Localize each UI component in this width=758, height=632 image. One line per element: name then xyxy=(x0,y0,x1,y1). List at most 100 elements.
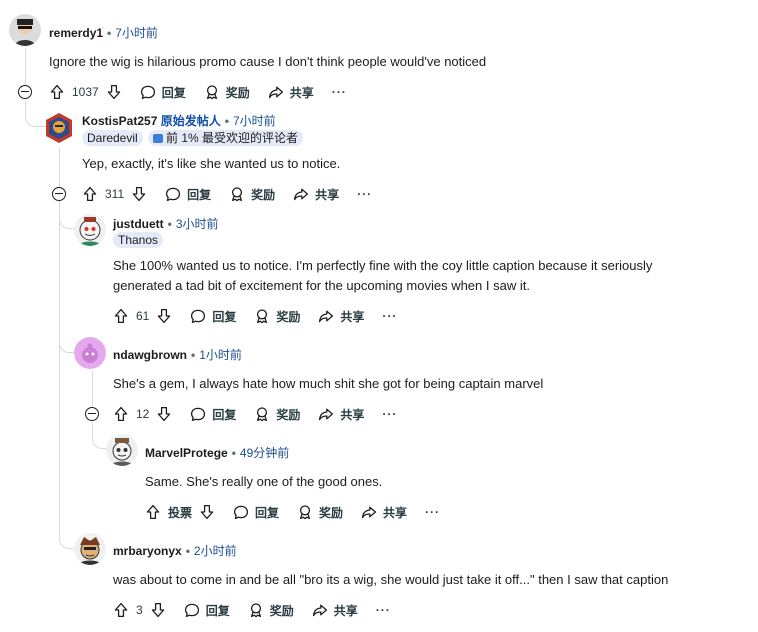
username[interactable]: justduett xyxy=(113,217,164,231)
reply-button[interactable]: 回复 xyxy=(190,308,236,325)
badge-label: 前 1% 最受欢迎的评论者 xyxy=(166,131,299,145)
avatar[interactable] xyxy=(43,112,75,144)
reply-icon xyxy=(233,504,249,520)
reply-button[interactable]: 回复 xyxy=(140,84,186,101)
avatar[interactable] xyxy=(74,214,106,246)
award-button[interactable]: 奖励 xyxy=(254,406,300,423)
more-options-button[interactable]: ··· xyxy=(357,187,372,201)
downvote-icon[interactable] xyxy=(150,602,166,618)
username[interactable]: remerdy1 xyxy=(49,26,103,40)
comment-body: was about to come in and be all "bro its… xyxy=(113,572,669,587)
more-icon: ··· xyxy=(375,603,391,617)
user-flair: Daredevil xyxy=(82,130,143,146)
username[interactable]: MarvelProtege xyxy=(145,446,228,460)
vote-group: 投票 xyxy=(145,504,215,521)
share-button[interactable]: 共享 xyxy=(312,602,358,619)
reply-label: 回复 xyxy=(255,505,280,520)
award-button[interactable]: 奖励 xyxy=(248,602,294,619)
vote-count: 1037 xyxy=(72,85,99,99)
downvote-icon[interactable] xyxy=(106,84,122,100)
award-button[interactable]: 奖励 xyxy=(204,84,250,101)
reply-label: 回复 xyxy=(212,309,237,324)
downvote-icon[interactable] xyxy=(131,186,147,202)
username[interactable]: ndawgbrown xyxy=(113,348,187,362)
avatar[interactable] xyxy=(106,434,138,466)
comment-actions: 1037 回复 奖励 共享 ··· xyxy=(49,80,365,104)
award-label: 奖励 xyxy=(269,603,294,618)
reply-button[interactable]: 回复 xyxy=(233,504,279,521)
award-label: 奖励 xyxy=(276,309,301,324)
share-icon xyxy=(312,602,328,618)
badge-icon xyxy=(153,134,163,143)
share-icon xyxy=(361,504,377,520)
thread-line xyxy=(92,370,93,406)
more-options-button[interactable]: ··· xyxy=(425,505,440,519)
comment-body: She 100% wanted us to notice. I'm perfec… xyxy=(113,256,652,296)
collapse-thread-button[interactable] xyxy=(85,407,99,421)
share-label: 共享 xyxy=(383,505,408,520)
vote-group: 1037 xyxy=(49,84,122,100)
separator: • xyxy=(191,348,196,362)
separator: • xyxy=(107,26,112,40)
timestamp[interactable]: 1小时前 xyxy=(199,348,242,362)
upvote-icon[interactable] xyxy=(113,406,129,422)
downvote-icon[interactable] xyxy=(156,308,172,324)
downvote-icon[interactable] xyxy=(156,406,172,422)
more-icon: ··· xyxy=(357,187,373,201)
timestamp[interactable]: 7小时前 xyxy=(115,26,158,40)
timestamp[interactable]: 49分钟前 xyxy=(240,446,289,460)
separator: • xyxy=(231,446,236,460)
more-options-button[interactable]: ··· xyxy=(332,85,347,99)
share-button[interactable]: 共享 xyxy=(318,406,364,423)
award-label: 奖励 xyxy=(319,505,344,520)
more-options-button[interactable]: ··· xyxy=(382,309,397,323)
timestamp[interactable]: 3小时前 xyxy=(176,217,219,231)
thread-line xyxy=(59,201,60,536)
user-flair: Thanos xyxy=(113,232,164,248)
avatar[interactable] xyxy=(74,337,106,369)
award-button[interactable]: 奖励 xyxy=(229,186,275,203)
award-label: 奖励 xyxy=(251,187,276,202)
timestamp[interactable]: 7小时前 xyxy=(233,114,276,128)
collapse-thread-button[interactable] xyxy=(18,85,32,99)
username[interactable]: mrbaryonyx xyxy=(113,544,182,558)
share-label: 共享 xyxy=(340,407,365,422)
avatar[interactable] xyxy=(9,14,41,46)
upvote-icon[interactable] xyxy=(113,308,129,324)
award-label: 奖励 xyxy=(276,407,301,422)
username[interactable]: KostisPat257 xyxy=(82,114,157,128)
share-button[interactable]: 共享 xyxy=(318,308,364,325)
upvote-icon[interactable] xyxy=(49,84,65,100)
more-icon: ··· xyxy=(382,407,398,421)
collapse-thread-button[interactable] xyxy=(52,187,66,201)
comment-actions: 311 回复 奖励 共享 ··· xyxy=(82,182,390,206)
comment-body: Same. She's really one of the good ones. xyxy=(145,474,383,489)
share-icon xyxy=(268,84,284,100)
share-label: 共享 xyxy=(315,187,340,202)
timestamp[interactable]: 2小时前 xyxy=(194,544,237,558)
vote-count: 3 xyxy=(136,603,143,617)
upvote-icon[interactable] xyxy=(113,602,129,618)
more-options-button[interactable]: ··· xyxy=(382,407,397,421)
reply-button[interactable]: 回复 xyxy=(165,186,211,203)
share-button[interactable]: 共享 xyxy=(268,84,314,101)
share-icon xyxy=(318,406,334,422)
upvote-icon[interactable] xyxy=(82,186,98,202)
reply-button[interactable]: 回复 xyxy=(190,406,236,423)
more-options-button[interactable]: ··· xyxy=(376,603,391,617)
comment-body: Ignore the wig is hilarious promo cause … xyxy=(49,54,487,69)
separator: • xyxy=(167,217,172,231)
share-button[interactable]: 共享 xyxy=(293,186,339,203)
reply-button[interactable]: 回复 xyxy=(184,602,230,619)
award-button[interactable]: 奖励 xyxy=(254,308,300,325)
reply-icon xyxy=(190,308,206,324)
award-label: 奖励 xyxy=(225,85,250,100)
vote-group: 12 xyxy=(113,406,172,422)
comment-actions: 12 回复 奖励 共享 ··· xyxy=(113,402,415,426)
share-button[interactable]: 共享 xyxy=(361,504,407,521)
award-button[interactable]: 奖励 xyxy=(297,504,343,521)
downvote-icon[interactable] xyxy=(199,504,215,520)
upvote-icon[interactable] xyxy=(145,504,161,520)
avatar[interactable] xyxy=(74,533,106,565)
more-icon: ··· xyxy=(331,85,347,99)
